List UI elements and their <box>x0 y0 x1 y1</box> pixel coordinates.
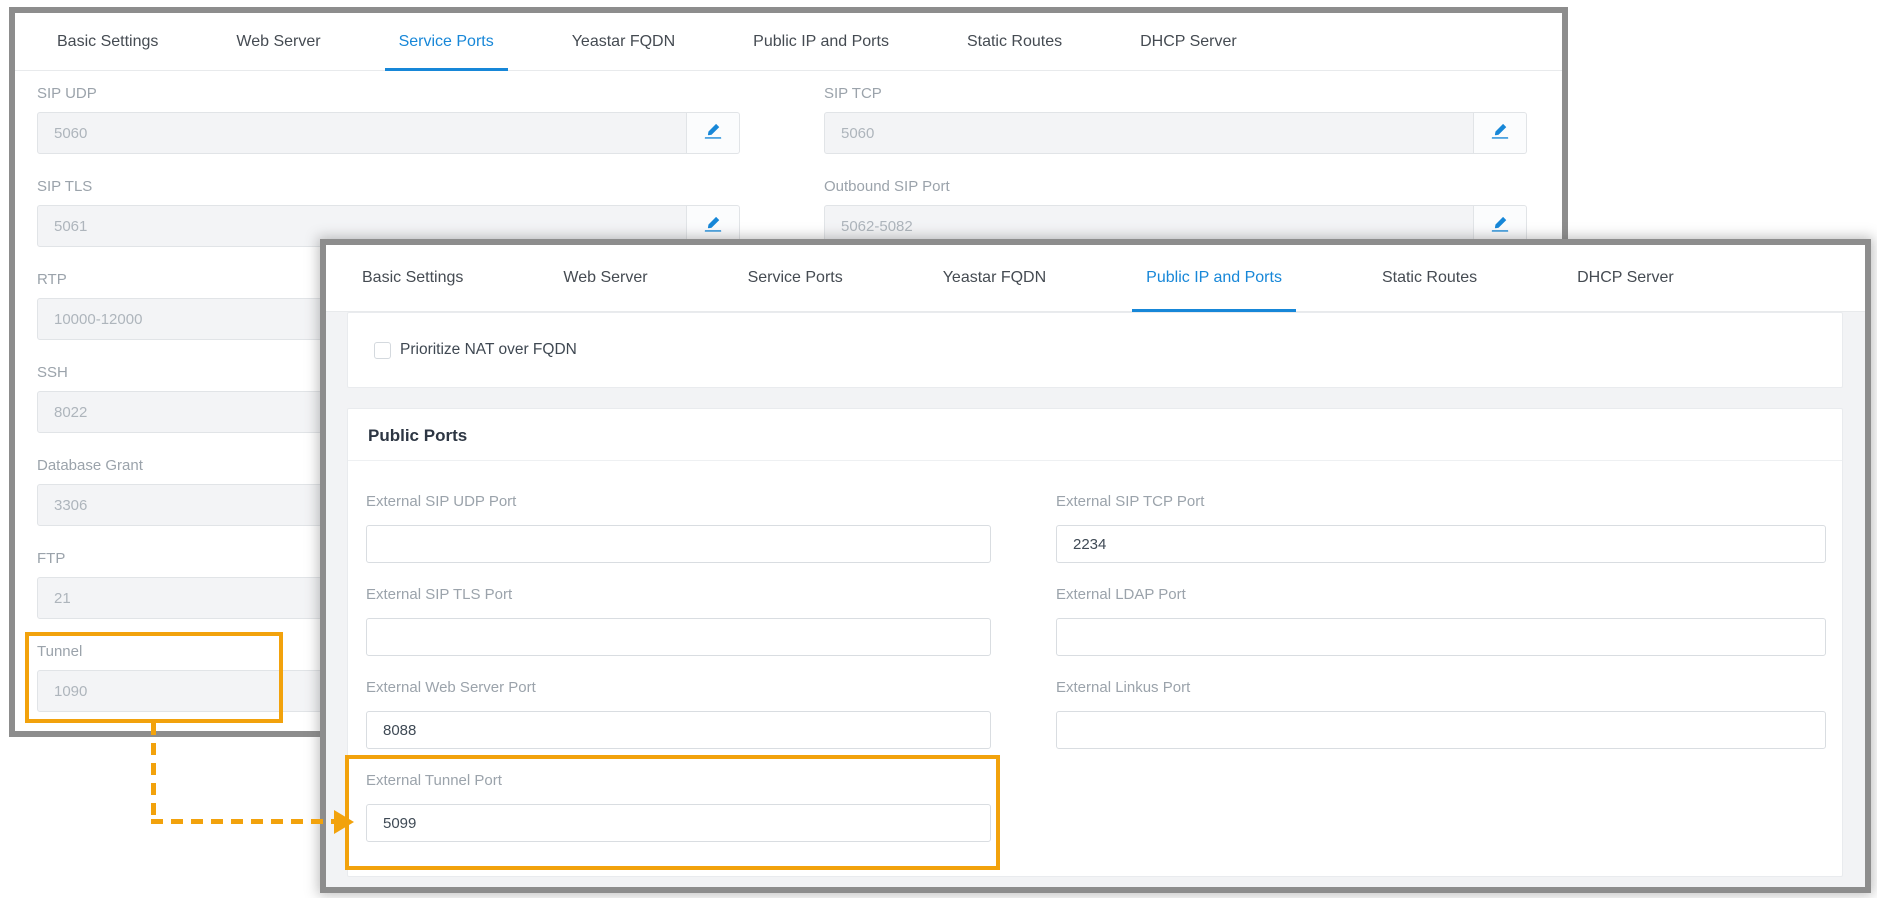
tab-yeastar-fqdn[interactable]: Yeastar FQDN <box>572 13 675 70</box>
field-label: Outbound SIP Port <box>824 178 1527 196</box>
highlight-box-external-tunnel-port <box>345 755 1000 870</box>
back-tab-bar: Basic Settings Web Server Service Ports … <box>15 13 1562 71</box>
tab-dhcp-server[interactable]: DHCP Server <box>1140 13 1237 70</box>
field-label: External SIP TLS Port <box>366 586 991 604</box>
sip-udp-edit-button[interactable] <box>687 112 740 154</box>
edit-pencil-icon <box>1491 215 1509 238</box>
external-sip-tcp-port-input[interactable]: 2234 <box>1056 525 1826 563</box>
sip-tcp-edit-button[interactable] <box>1474 112 1527 154</box>
tab-static-routes[interactable]: Static Routes <box>967 13 1062 70</box>
sip-tcp-input[interactable]: 5060 <box>824 112 1474 154</box>
tab-web-server[interactable]: Web Server <box>563 245 647 311</box>
tab-web-server[interactable]: Web Server <box>236 13 320 70</box>
prioritize-nat-checkbox[interactable] <box>374 342 391 359</box>
field-label: SIP UDP <box>37 85 740 103</box>
tab-public-ip-and-ports[interactable]: Public IP and Ports <box>1146 245 1282 311</box>
field-label: External SIP TCP Port <box>1056 493 1826 511</box>
external-web-server-port-input[interactable]: 8088 <box>366 711 991 749</box>
field-row: External Linkus Port <box>1056 679 1826 749</box>
field-label: External Linkus Port <box>1056 679 1826 697</box>
tab-public-ip-and-ports[interactable]: Public IP and Ports <box>753 13 889 70</box>
field-label: External SIP UDP Port <box>366 493 991 511</box>
external-ldap-port-input[interactable] <box>1056 618 1826 656</box>
nat-option-card: Prioritize NAT over FQDN <box>347 312 1843 388</box>
annotation-arrow-vertical <box>151 723 156 822</box>
tab-static-routes[interactable]: Static Routes <box>1382 245 1477 311</box>
highlight-box-tunnel <box>25 632 283 723</box>
sip-udp-input[interactable]: 5060 <box>37 112 687 154</box>
field-row: SIP TLS 5061 <box>37 178 740 247</box>
field-label: External LDAP Port <box>1056 586 1826 604</box>
external-sip-udp-port-input[interactable] <box>366 525 991 563</box>
annotation-arrow-head-icon <box>334 810 354 834</box>
front-right-column: External SIP TCP Port 2234 External LDAP… <box>1056 493 1826 772</box>
tab-dhcp-server[interactable]: DHCP Server <box>1577 245 1674 311</box>
field-row: External Web Server Port 8088 <box>366 679 991 749</box>
front-tab-bar: Basic Settings Web Server Service Ports … <box>326 245 1865 312</box>
external-linkus-port-input[interactable] <box>1056 711 1826 749</box>
tab-basic-settings[interactable]: Basic Settings <box>362 245 463 311</box>
field-label: SIP TLS <box>37 178 740 196</box>
tab-basic-settings[interactable]: Basic Settings <box>57 13 158 70</box>
edit-pencil-icon <box>704 215 722 238</box>
external-sip-tls-port-input[interactable] <box>366 618 991 656</box>
tab-service-ports[interactable]: Service Ports <box>748 245 843 311</box>
field-row: External SIP UDP Port <box>366 493 991 563</box>
edit-pencil-icon <box>1491 122 1509 145</box>
edit-pencil-icon <box>704 122 722 145</box>
field-label: External Web Server Port <box>366 679 991 697</box>
field-label: SIP TCP <box>824 85 1527 103</box>
tab-service-ports[interactable]: Service Ports <box>399 13 494 70</box>
tab-yeastar-fqdn[interactable]: Yeastar FQDN <box>943 245 1046 311</box>
annotation-arrow-horizontal <box>151 819 336 824</box>
field-row: External SIP TLS Port <box>366 586 991 656</box>
field-row: SIP UDP 5060 <box>37 85 740 154</box>
section-divider <box>348 460 1842 461</box>
public-ports-title: Public Ports <box>348 409 1842 446</box>
prioritize-nat-label: Prioritize NAT over FQDN <box>400 341 577 359</box>
field-row: External LDAP Port <box>1056 586 1826 656</box>
field-row: External SIP TCP Port 2234 <box>1056 493 1826 563</box>
field-row: SIP TCP 5060 <box>824 85 1527 154</box>
field-row: Outbound SIP Port 5062-5082 <box>824 178 1527 247</box>
